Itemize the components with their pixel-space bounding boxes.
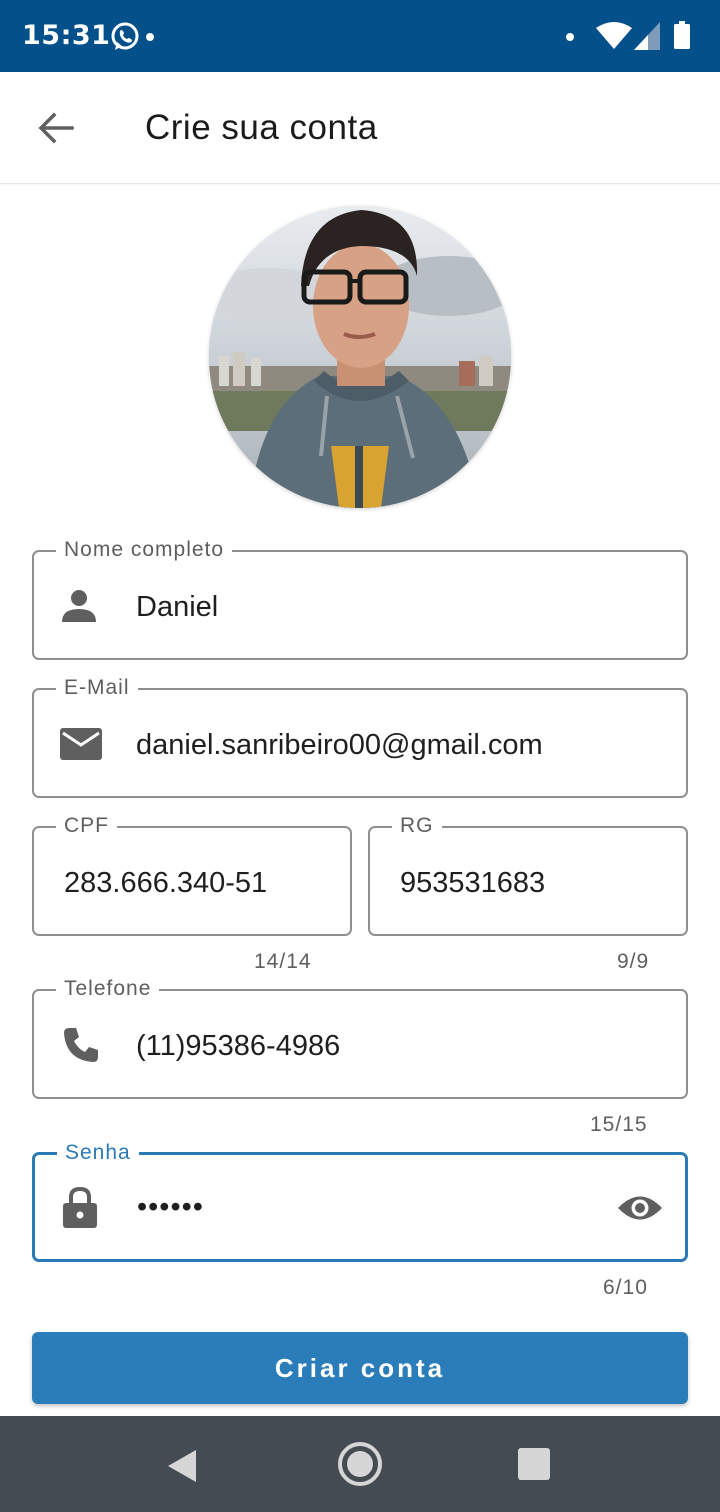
cpf-input[interactable]: 283.666.340-51 [64,865,267,901]
email-input[interactable]: daniel.sanribeiro00@gmail.com [136,727,543,763]
navigation-bar [0,1416,720,1512]
cpf-field[interactable]: CPF 283.666.340-51 [32,813,352,936]
password-counter: 6/10 [603,1276,648,1299]
nav-back-icon[interactable] [162,1446,202,1486]
whatsapp-icon [111,22,139,50]
cpf-label: CPF [56,813,117,839]
email-field[interactable]: E-Mail daniel.sanribeiro00@gmail.com [32,675,688,798]
notification-dot [146,33,154,41]
name-label: Nome completo [56,537,233,563]
phone-icon [64,1028,98,1062]
person-icon [62,590,96,622]
phone-label: Telefone [56,976,160,1002]
notification-dot [566,33,574,41]
create-account-button[interactable]: Criar conta [32,1332,688,1404]
avatar-photo [209,206,511,508]
rg-label: RG [392,813,442,839]
password-input[interactable]: •••••• [137,1189,204,1225]
name-input[interactable]: Daniel [136,589,218,625]
lock-icon [63,1186,97,1228]
rg-input[interactable]: 953531683 [400,865,545,901]
page-title: Crie sua conta [145,108,378,147]
phone-counter: 15/15 [590,1113,648,1136]
status-time: 15:31 [22,20,111,51]
rg-counter: 9/9 [617,950,650,973]
status-bar: 15:31 [0,0,720,72]
arrow-back-icon[interactable] [36,110,76,146]
mail-icon [60,728,102,760]
nav-home-icon[interactable] [336,1440,384,1488]
phone-input[interactable]: (11)95386-4986 [136,1028,340,1064]
phone-field[interactable]: Telefone (11)95386-4986 [32,976,688,1099]
profile-avatar[interactable] [209,206,511,508]
password-label: Senha [57,1140,139,1166]
cpf-counter: 14/14 [254,950,312,973]
name-field[interactable]: Nome completo Daniel [32,537,688,660]
wifi-icon [596,22,632,49]
nav-recents-icon[interactable] [518,1448,550,1480]
rg-field[interactable]: RG 953531683 [368,813,688,936]
password-field[interactable]: Senha •••••• [32,1140,688,1262]
eye-icon[interactable] [617,1193,663,1223]
app-bar: Crie sua conta [0,72,720,184]
email-label: E-Mail [56,675,138,701]
signal-icon [634,22,660,50]
battery-icon [674,21,690,49]
